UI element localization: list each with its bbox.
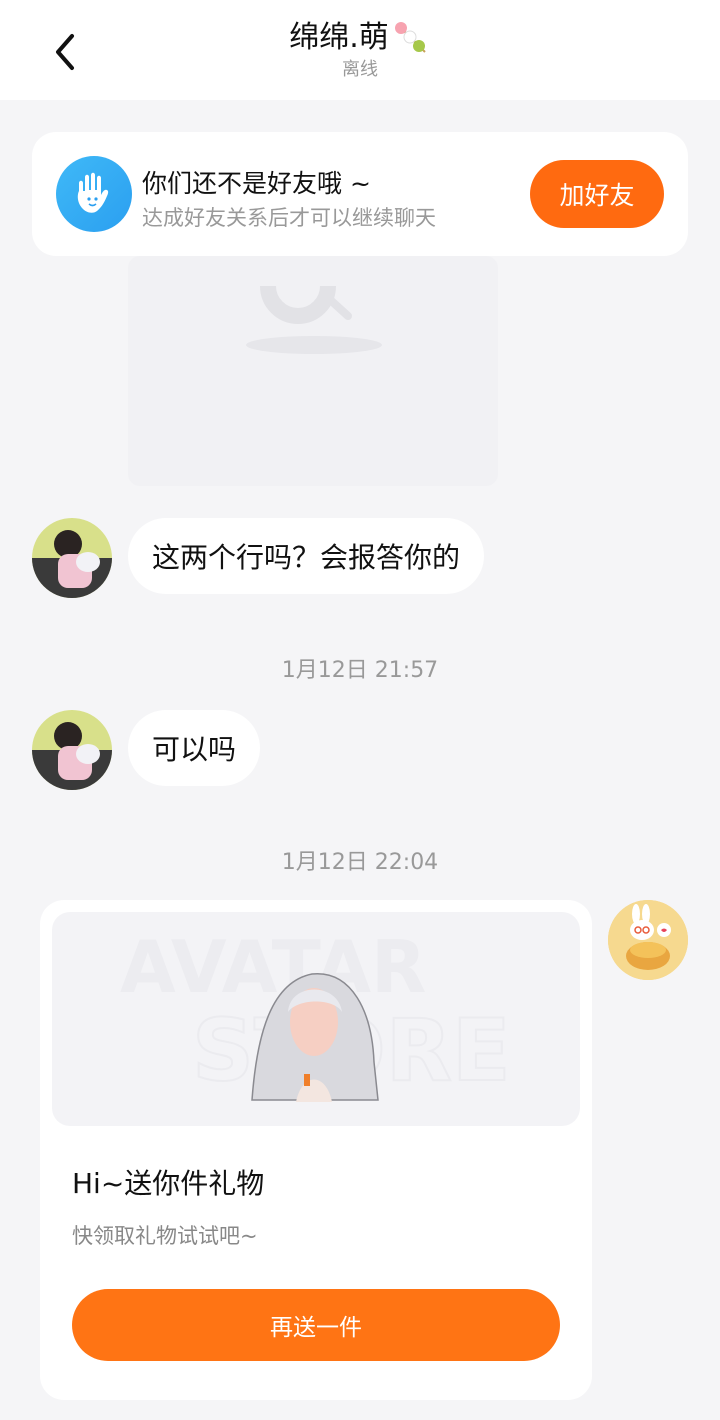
magnifier-placeholder-icon — [260, 285, 352, 324]
timestamp: 1月12日 22:04 — [281, 850, 439, 875]
contact-avatar[interactable] — [32, 518, 112, 598]
chat-title-block: 绵绵.萌 离线 — [0, 18, 720, 82]
placeholder-shadow — [246, 336, 382, 354]
message-bubble[interactable]: 可以吗 — [128, 710, 261, 786]
tanghulu-emoji-icon — [394, 22, 426, 53]
not-friend-title: 你们还不是好友哦 ~ — [142, 169, 371, 198]
watermark-avatar: AVATAR — [120, 925, 427, 1009]
hand-wave-icon — [56, 156, 132, 232]
add-friend-button[interactable]: 加好友 — [530, 160, 664, 228]
chat-header: 绵绵.萌 离线 — [0, 0, 720, 100]
contact-avatar[interactable] — [32, 710, 112, 790]
message-bubble[interactable]: 这两个行吗？会报答你的 — [128, 518, 485, 594]
gift-title: Hi~送你件礼物 — [72, 1167, 265, 1200]
self-avatar[interactable] — [608, 900, 688, 980]
not-friend-banner: 你们还不是好友哦 ~ 达成好友关系后才可以继续聊天 加好友 — [32, 132, 688, 256]
contact-name: 绵绵.萌 — [289, 20, 389, 55]
online-status: 离线 — [342, 59, 378, 80]
image-placeholder — [128, 256, 498, 486]
gift-subtitle: 快领取礼物试试吧~ — [72, 1224, 258, 1248]
send-another-gift-button[interactable]: 再送一件 — [72, 1289, 560, 1361]
timestamp: 1月12日 21:57 — [281, 658, 439, 683]
gift-banner-image: AVATAR STORE — [52, 912, 580, 1126]
not-friend-subtitle: 达成好友关系后才可以继续聊天 — [142, 206, 436, 230]
gift-card[interactable]: AVATAR STORE Hi~送你件礼物 快领取礼物试试吧~ 再送一件 — [40, 900, 592, 1400]
